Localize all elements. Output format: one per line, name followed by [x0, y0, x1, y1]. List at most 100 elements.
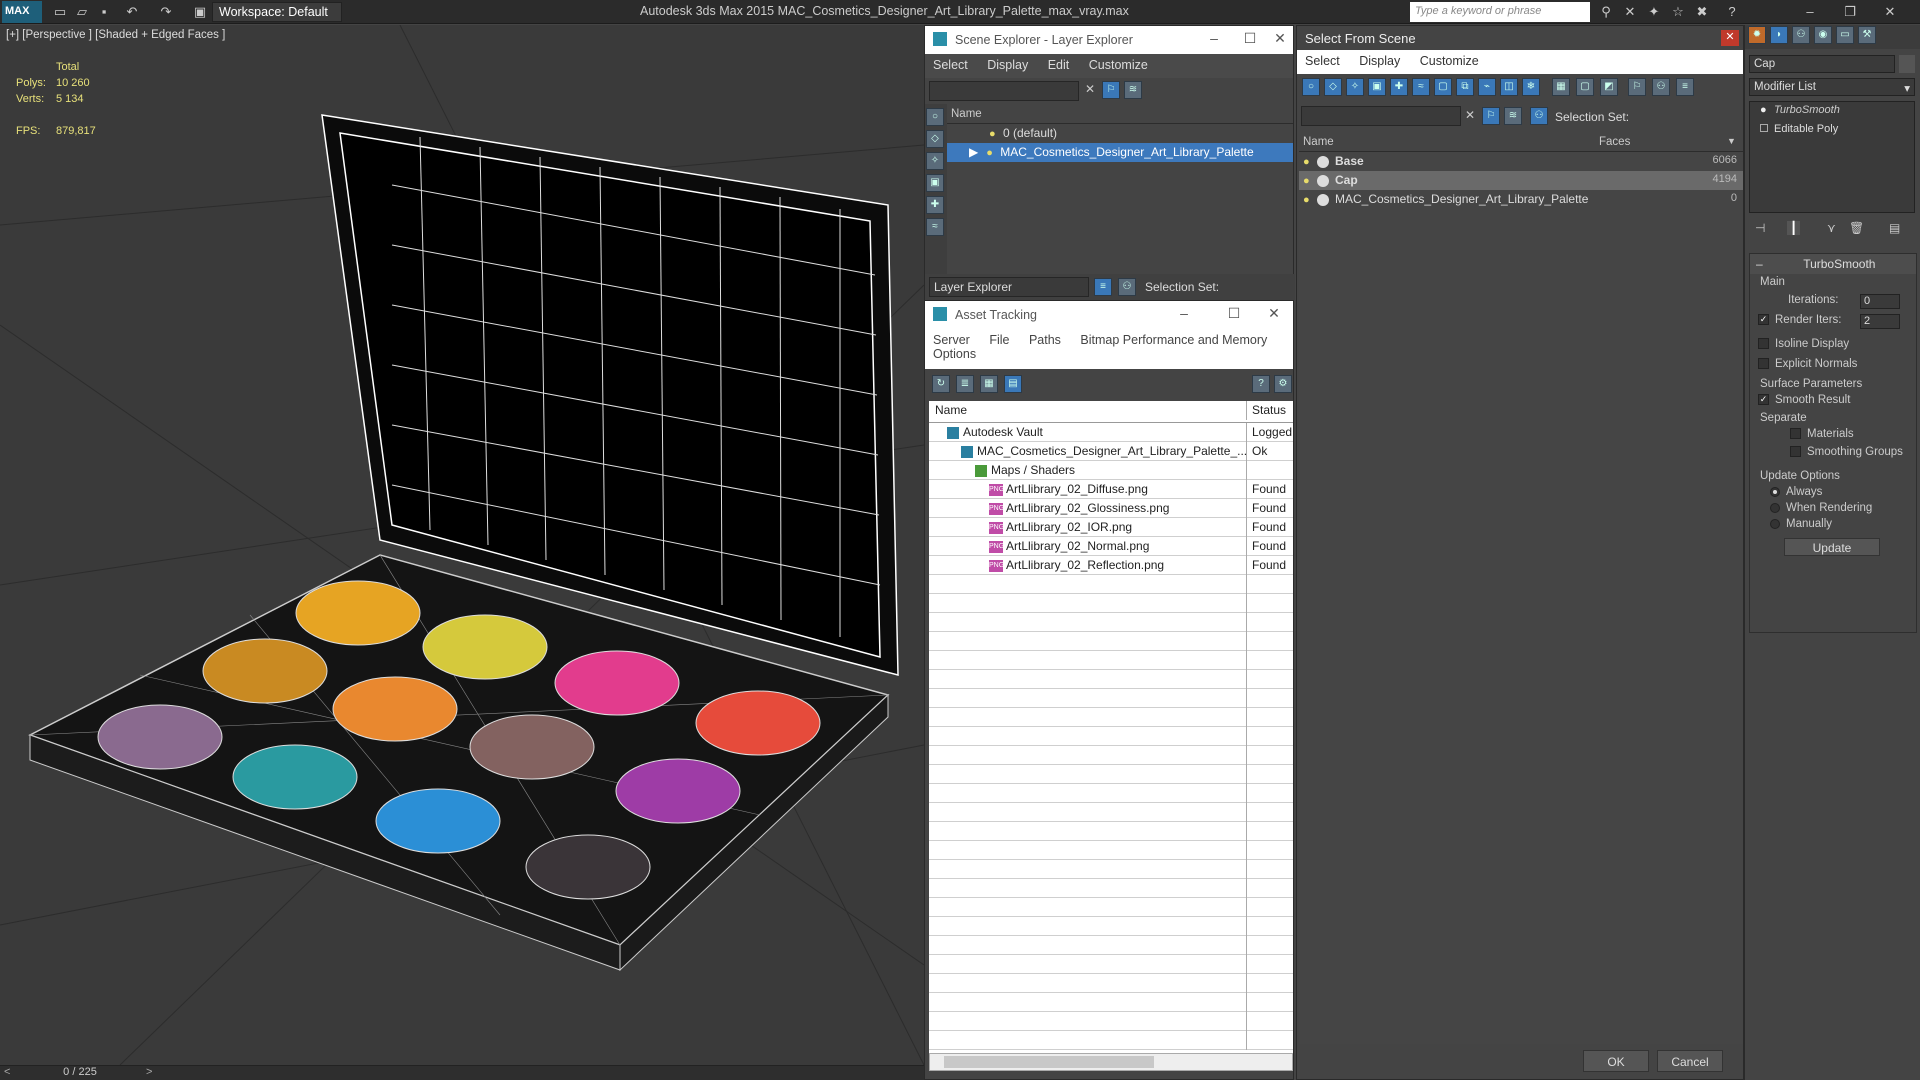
scrollbar-thumb[interactable] [944, 1056, 1154, 1068]
render-iters-checkbox[interactable]: ✓ Render Iters: [1758, 314, 1841, 326]
asset-row[interactable]: PNG ArtLlibrary_02_Glossiness.png Found [929, 499, 1293, 518]
close-icon[interactable]: ✕ [1271, 30, 1289, 47]
light-bulb-icon[interactable]: ● [1303, 175, 1313, 187]
asset-row[interactable]: PNG ArtLlibrary_02_Diffuse.png Found [929, 480, 1293, 499]
display-containers-icon[interactable]: ◫ [1500, 78, 1518, 96]
collapse-icon[interactable]: – [1756, 257, 1763, 271]
hierarchy-tab-icon[interactable]: ⚇ [1792, 26, 1810, 44]
binoculars-icon[interactable]: ⚲ [1598, 4, 1614, 20]
checkbox-icon[interactable] [1758, 358, 1769, 370]
asset-row[interactable]: MAC_Cosmetics_Designer_Art_Library_Palet… [929, 442, 1293, 461]
object-row[interactable]: ● MAC_Cosmetics_Designer_Art_Library_Pale… [1299, 190, 1743, 209]
select-all-icon[interactable]: ▦ [1552, 78, 1570, 96]
utilities-tab-icon[interactable]: ⚒ [1858, 26, 1876, 44]
explicit-normals-checkbox[interactable]: Explicit Normals [1758, 358, 1857, 370]
hierarchy-mode-icon[interactable]: ⚇ [1530, 107, 1548, 125]
display-geometry-icon[interactable]: ○ [1302, 78, 1320, 96]
asset-row[interactable]: PNG ArtLlibrary_02_IOR.png Found [929, 518, 1293, 537]
minimize-icon[interactable]: – [1175, 305, 1193, 321]
col-name-header[interactable]: Name [933, 403, 967, 417]
display-frozen-icon[interactable]: ❄ [1522, 78, 1540, 96]
filter-icon[interactable]: ⚐ [1102, 81, 1120, 99]
display-groups-icon[interactable]: ▢ [1434, 78, 1452, 96]
layer-mode-icon[interactable]: ≡ [1094, 278, 1112, 296]
col-name-header[interactable]: Name [1303, 136, 1334, 148]
update-always-radio[interactable]: Always [1770, 486, 1822, 498]
modifier-list-dropdown[interactable]: Modifier List ▾ [1749, 78, 1915, 96]
smooth-result-checkbox[interactable]: ✓ Smooth Result [1758, 394, 1850, 406]
restore-icon[interactable]: ❐ [1842, 4, 1858, 20]
filter-toggle-icon[interactable]: ⚐ [1482, 107, 1500, 125]
col-status-header[interactable]: Status [1246, 401, 1291, 420]
tools-icon[interactable]: ✕ [1622, 4, 1638, 20]
close-icon[interactable]: ✕ [1882, 4, 1898, 20]
motion-tab-icon[interactable]: ◉ [1814, 26, 1832, 44]
favorites-icon[interactable]: ☆ [1670, 4, 1686, 20]
time-next-icon[interactable]: > [146, 1066, 152, 1078]
display-geometry-icon[interactable]: ○ [926, 108, 944, 126]
refresh-icon[interactable]: ↻ [932, 375, 950, 393]
workspace-dropdown[interactable]: Workspace: Default [212, 2, 342, 22]
maximize-icon[interactable]: ☐ [1241, 30, 1259, 47]
sort-icon[interactable]: ≡ [1676, 78, 1694, 96]
new-file-icon[interactable]: ▭ [52, 4, 68, 20]
cancel-button[interactable]: Cancel [1657, 1050, 1723, 1072]
app-logo[interactable]: MAX [2, 1, 42, 23]
col-faces-header[interactable]: Faces [1599, 136, 1630, 148]
search-input[interactable]: Type a keyword or phrase [1410, 2, 1590, 22]
clear-search-icon[interactable]: ✕ [1465, 108, 1475, 122]
menu-select[interactable]: Select [1305, 54, 1340, 68]
display-helpers-icon[interactable]: ✚ [926, 196, 944, 214]
menu-customize[interactable]: Customize [1089, 58, 1148, 72]
radio-icon[interactable] [1770, 502, 1780, 513]
open-file-icon[interactable]: ▱ [74, 4, 90, 20]
redo-icon[interactable]: ↷ [158, 4, 174, 20]
close-icon[interactable]: ✕ [1265, 305, 1283, 322]
materials-checkbox[interactable]: Materials [1790, 428, 1854, 440]
display-cameras-icon[interactable]: ▣ [1368, 78, 1386, 96]
update-button[interactable]: Update [1784, 538, 1880, 556]
isoline-display-checkbox[interactable]: Isoline Display [1758, 338, 1849, 350]
menu-options[interactable]: Options [933, 347, 976, 361]
sort-arrow-icon[interactable]: ▼ [1727, 136, 1736, 146]
make-unique-icon[interactable]: ⋎ [1827, 221, 1836, 235]
table-view-icon[interactable]: ▤ [1004, 375, 1022, 393]
select-invert-icon[interactable]: ◩ [1600, 78, 1618, 96]
filter-icon[interactable]: ⚐ [1628, 78, 1646, 96]
close-icon[interactable]: ✕ [1721, 30, 1739, 46]
menu-display[interactable]: Display [987, 58, 1028, 72]
display-lights-icon[interactable]: ✧ [1346, 78, 1364, 96]
object-row[interactable]: ● Cap 4194 [1299, 171, 1743, 190]
layer-row-selected[interactable]: ▶ ● MAC_Cosmetics_Designer_Art_Library_Pal… [947, 143, 1293, 162]
checkbox-checked-icon[interactable]: ✓ [1758, 314, 1769, 326]
display-helpers-icon[interactable]: ✚ [1390, 78, 1408, 96]
select-search-input[interactable] [1301, 106, 1461, 126]
update-when-rendering-radio[interactable]: When Rendering [1770, 502, 1872, 514]
layer-tool-icon[interactable]: ≋ [1504, 107, 1522, 125]
light-bulb-icon[interactable]: ● [989, 128, 999, 140]
pin-stack-icon[interactable]: ⊣ [1755, 221, 1765, 235]
menu-display[interactable]: Display [1359, 54, 1400, 68]
asset-row[interactable]: Maps / Shaders [929, 461, 1293, 480]
scene-explorer-search[interactable] [929, 81, 1079, 101]
display-shapes-icon[interactable]: ◇ [926, 130, 944, 148]
checkbox-icon[interactable] [1790, 428, 1801, 440]
remove-modifier-icon[interactable]: 🗑 [1849, 221, 1864, 235]
hierarchy-icon[interactable]: ⚇ [1652, 78, 1670, 96]
checkbox-icon[interactable] [1758, 338, 1769, 350]
display-xrefs-icon[interactable]: ⧉ [1456, 78, 1474, 96]
thumbnail-view-icon[interactable]: ▦ [980, 375, 998, 393]
asset-table-scrollbar[interactable] [929, 1053, 1293, 1071]
menu-file[interactable]: File [989, 333, 1009, 347]
light-bulb-icon[interactable]: ● [986, 147, 996, 159]
perspective-viewport[interactable]: [+] [Perspective ] [Shaded + Edged Faces… [0, 25, 924, 1065]
object-color-swatch[interactable] [1899, 55, 1915, 73]
hierarchy-mode-icon[interactable]: ⚇ [1118, 278, 1136, 296]
explorer-type-dropdown[interactable]: Layer Explorer [929, 277, 1089, 297]
light-bulb-icon[interactable]: ● [1760, 104, 1770, 116]
exchange-icon[interactable]: ✖ [1694, 4, 1710, 20]
menu-customize[interactable]: Customize [1420, 54, 1479, 68]
radio-icon[interactable] [1770, 518, 1780, 529]
checkbox-checked-icon[interactable]: ✓ [1758, 394, 1769, 406]
modify-tab-icon[interactable]: ◗ [1770, 26, 1788, 44]
